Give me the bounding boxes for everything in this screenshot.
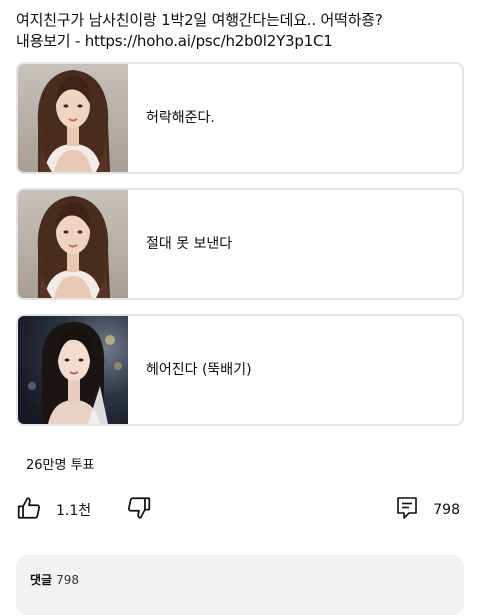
action-bar: 1.1천 798 — [16, 494, 464, 526]
poll-option-label: 헤어진다 (뚝배기) — [146, 362, 252, 378]
dislike-button[interactable] — [126, 494, 152, 526]
poll-option-1[interactable]: 허락해준다. — [16, 62, 464, 174]
post-link-line[interactable]: 내용보기 - https://hoho.ai/psc/h2b0l2Y3p1C1 — [16, 31, 466, 52]
poll-option-label: 절대 못 보낸다 — [146, 236, 233, 252]
poll-option-image — [18, 316, 128, 424]
poll-option-2[interactable]: 절대 못 보낸다 — [16, 188, 464, 300]
woman-night-portrait-image — [18, 316, 128, 424]
thumbs-up-icon — [16, 495, 42, 525]
like-button[interactable]: 1.1천 — [16, 494, 91, 526]
woman-portrait-image — [18, 190, 128, 298]
like-count: 1.1천 — [56, 503, 92, 519]
comments-count: 798 — [56, 573, 79, 587]
vote-count: 26만명 투표 — [26, 458, 95, 473]
woman-portrait-image — [18, 64, 128, 172]
comment-button[interactable]: 798 — [395, 494, 460, 526]
poll-options: 허락해준다. 절대 못 보낸다 헤어진다 (뚝배기) — [16, 62, 464, 440]
comment-icon — [395, 495, 419, 525]
poll-option-image — [18, 190, 128, 298]
poll-option-image — [18, 64, 128, 172]
comments-header: 댓글 798 — [30, 571, 79, 588]
comments-title: 댓글 — [30, 573, 53, 587]
post-text: 여지친구가 남사친이랑 1박2일 여행간다는데요.. 어떡하죵? 내용보기 - … — [16, 10, 466, 52]
comments-section[interactable]: 댓글 798 — [16, 555, 464, 615]
comment-count: 798 — [433, 502, 460, 518]
poll-option-label: 허락해준다. — [146, 110, 215, 126]
thumbs-down-icon — [126, 495, 152, 525]
poll-option-3[interactable]: 헤어진다 (뚝배기) — [16, 314, 464, 426]
post-title: 여지친구가 남사친이랑 1박2일 여행간다는데요.. 어떡하죵? — [16, 11, 383, 29]
